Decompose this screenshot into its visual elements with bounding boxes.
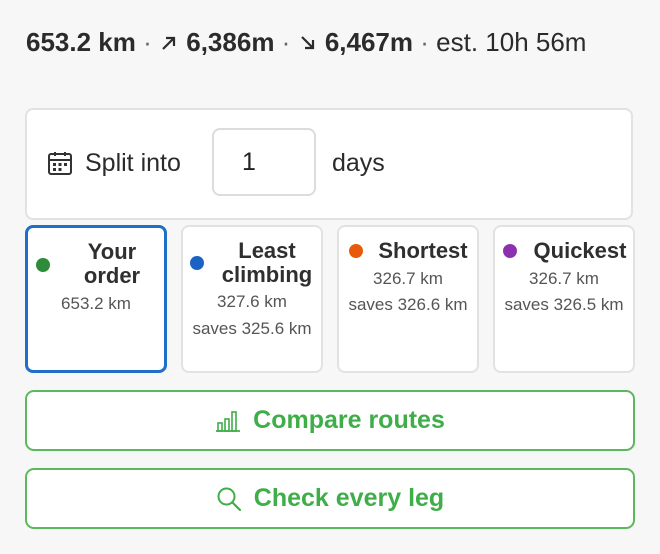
compare-routes-label: Compare routes — [253, 406, 445, 434]
search-icon — [217, 487, 241, 511]
ascent-arrow-icon — [159, 28, 179, 61]
split-panel: Split into days — [25, 108, 633, 220]
option-title: Shortest — [378, 238, 468, 263]
check-every-leg-button[interactable]: Check every leg — [25, 468, 635, 529]
option-distance: 653.2 km — [61, 294, 131, 313]
compare-routes-button[interactable]: Compare routes — [25, 390, 635, 451]
route-option-least-climbing[interactable]: Least climbing 327.6 km saves 325.6 km — [181, 225, 323, 373]
days-input[interactable] — [212, 128, 316, 196]
option-distance: 326.7 km — [529, 269, 599, 288]
option-title: Least climbing — [221, 238, 313, 287]
color-dot — [36, 258, 50, 272]
bar-chart-icon — [216, 410, 241, 432]
descent-arrow-icon — [298, 28, 318, 61]
option-savings: saves 326.6 km — [348, 295, 468, 314]
days-unit-label: days — [332, 149, 385, 177]
route-option-quickest[interactable]: Quickest 326.7 km saves 326.5 km — [493, 225, 635, 373]
option-distance: 326.7 km — [373, 269, 443, 288]
color-dot — [503, 244, 517, 258]
split-label: Split into — [85, 149, 181, 177]
separator: · — [420, 27, 429, 57]
check-every-leg-label: Check every leg — [253, 484, 445, 512]
time-estimate: est. 10h 56m — [436, 27, 587, 57]
option-title: Your order — [83, 239, 141, 288]
option-savings: saves 325.6 km — [192, 319, 312, 338]
color-dot — [349, 244, 363, 258]
total-descent: 6,467m — [324, 27, 413, 57]
total-distance: 653.2 km — [26, 27, 136, 57]
total-ascent: 6,386m — [186, 27, 275, 57]
option-distance: 327.6 km — [217, 292, 287, 311]
route-option-your-order[interactable]: Your order 653.2 km — [25, 225, 167, 373]
route-summary: 653.2 km · 6,386m · 6,467m · est. 10h 56… — [26, 26, 626, 61]
option-savings: saves 326.5 km — [504, 295, 624, 314]
separator: · — [281, 27, 291, 57]
option-title: Quickest — [533, 238, 627, 263]
calendar-icon — [47, 150, 73, 176]
color-dot — [190, 256, 204, 270]
route-option-shortest[interactable]: Shortest 326.7 km saves 326.6 km — [337, 225, 479, 373]
separator: · — [143, 27, 152, 57]
